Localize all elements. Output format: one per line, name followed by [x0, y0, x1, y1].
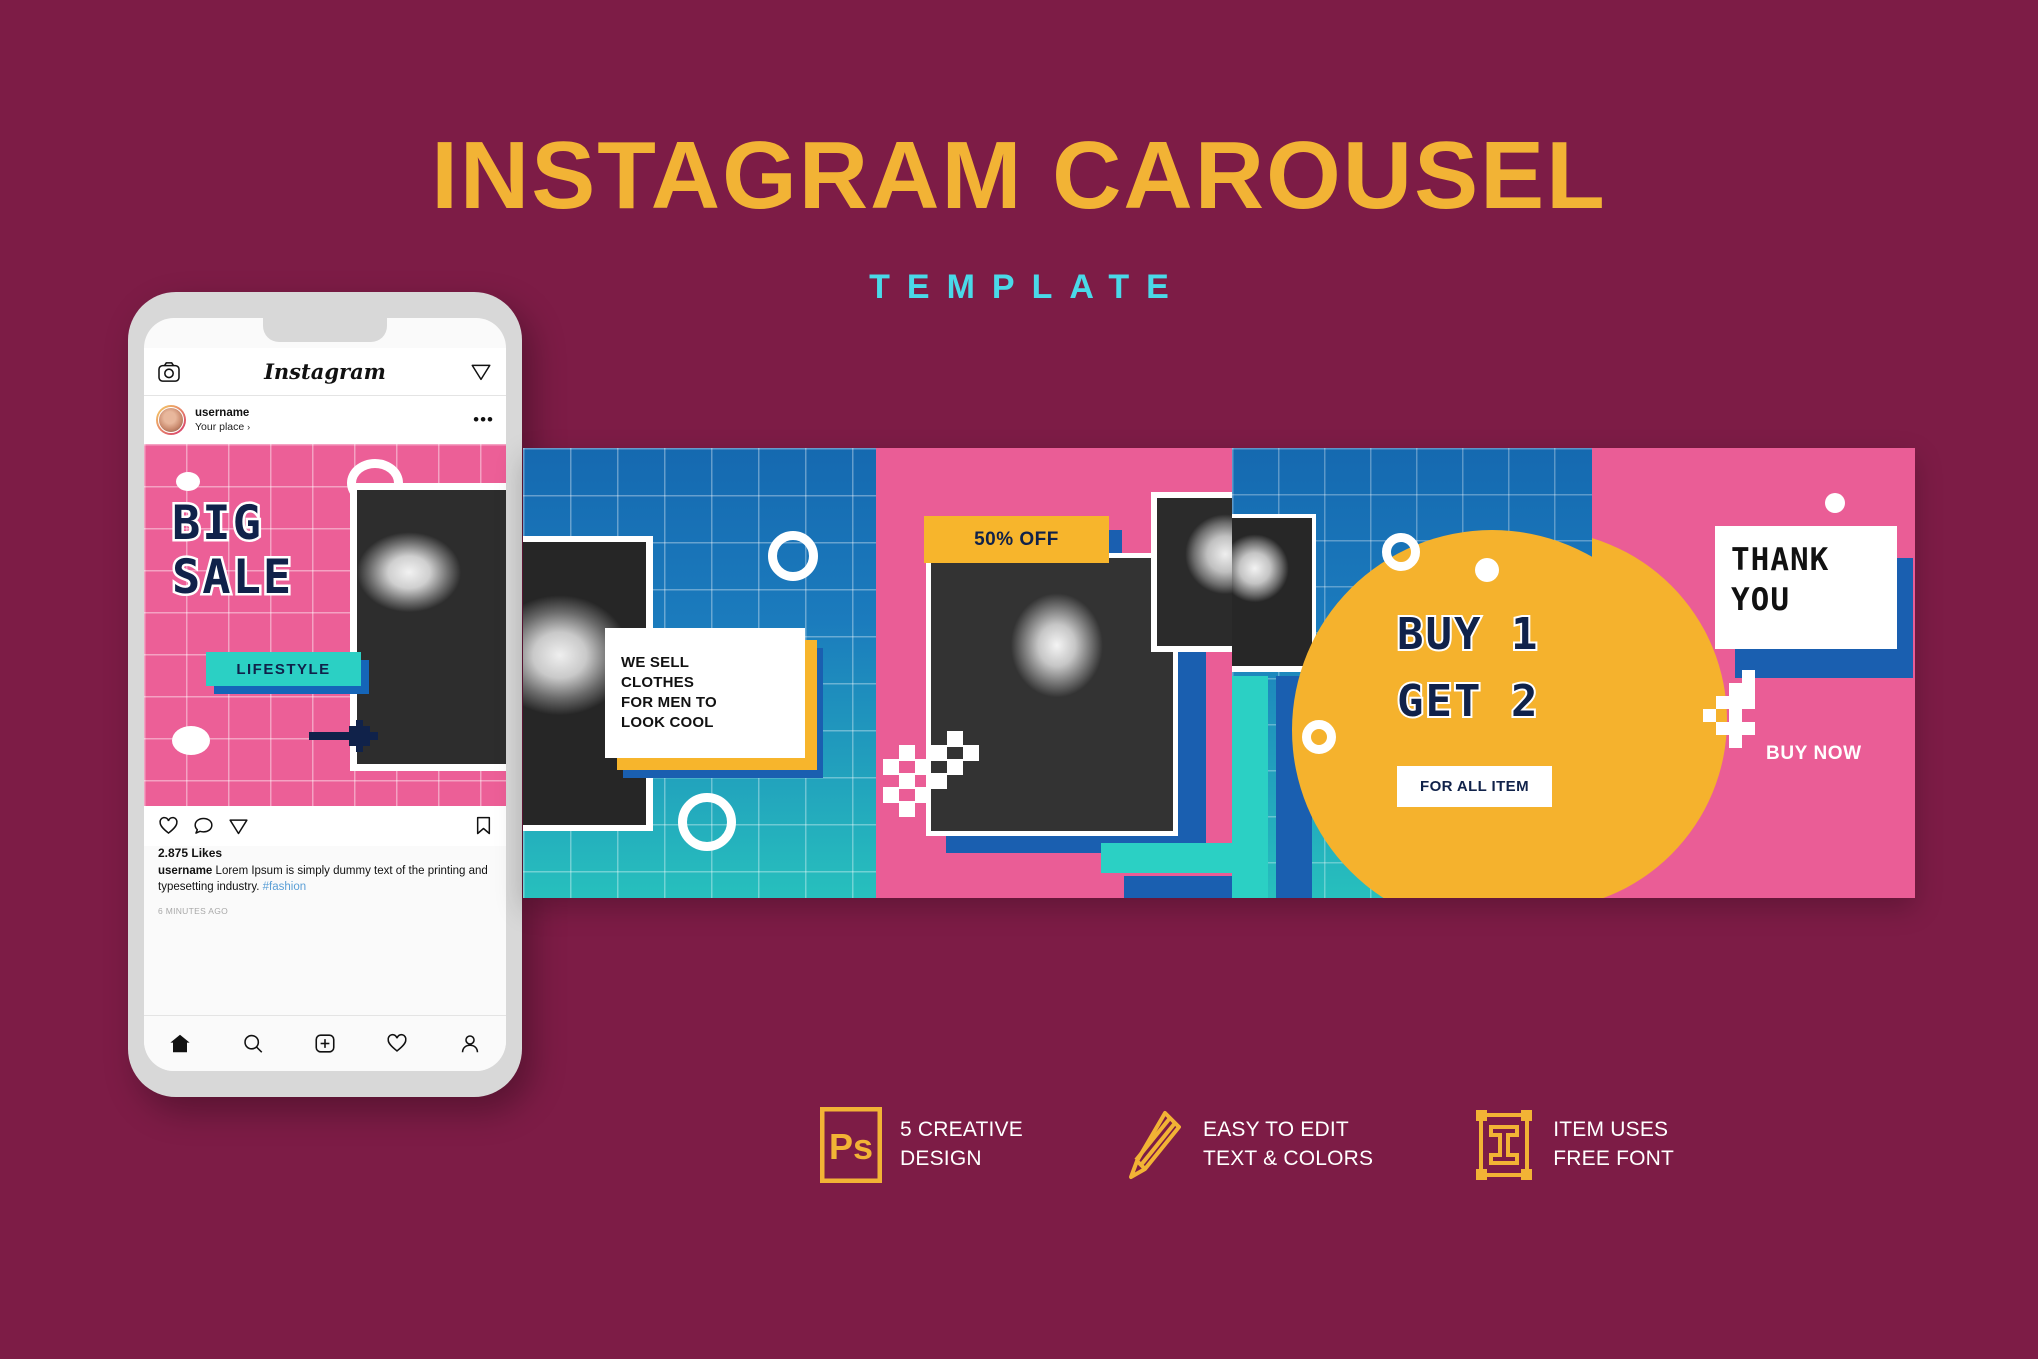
feature-free-font-label: ITEM USES FREE FONT [1553, 1118, 1675, 1170]
phone-mockup: Instagram username Your place › ••• BIG … [128, 292, 522, 1097]
post-image-slide-1: BIG SALE LIFESTYLE [144, 444, 506, 806]
pixel-arrow-icon [309, 720, 378, 752]
header: INSTAGRAM CAROUSEL TEMPLATE [0, 0, 2038, 330]
post-username: username [195, 407, 250, 420]
page-title: INSTAGRAM CAROUSEL [431, 122, 1607, 229]
likes-count: 2.875 Likes [158, 846, 223, 860]
profile-icon[interactable] [459, 1033, 481, 1054]
free-font-icon [1476, 1110, 1533, 1180]
decor-dot [176, 472, 200, 491]
slide4-accent-teal [1232, 676, 1268, 898]
decor-dot [1825, 493, 1845, 513]
phone-notch [263, 318, 387, 342]
slide4-title-line1: BUY 1 [1395, 609, 1540, 660]
comment-icon[interactable] [193, 816, 214, 836]
post-timestamp: 6 MINUTES AGO [158, 906, 229, 916]
carousel-slide-4[interactable]: BUY 1 GET 2 FOR ALL ITEM [1232, 448, 1592, 898]
feature-photoshop-label: 5 CREATIVE DESIGN [900, 1118, 1023, 1170]
feature-free-font: ITEM USES FREE FONT [1473, 1107, 1674, 1183]
instagram-logo: Instagram [264, 359, 386, 384]
slide2-line4: LOOK COOL [621, 713, 714, 731]
feature-easy-edit-label: EASY TO EDIT TEXT & COLORS [1202, 1118, 1374, 1170]
slide5-title-line1: THANK [1731, 542, 1830, 578]
caption-username: username [158, 865, 213, 877]
search-icon[interactable] [242, 1033, 264, 1054]
slide3-discount-badge: 50% OFF [924, 516, 1109, 563]
more-options-icon[interactable]: ••• [473, 411, 494, 428]
slide5-title-line2: YOU [1731, 582, 1790, 618]
features-row: Ps 5 CREATIVE DESIGN EASY TO EDIT TEXT &… [820, 1085, 1700, 1205]
slide1-lifestyle-button[interactable]: LIFESTYLE [206, 652, 361, 686]
post-location: Your place › [195, 420, 251, 433]
model-photo [357, 490, 506, 764]
slide1-title-line2: SALE [169, 550, 294, 605]
paper-plane-icon[interactable] [228, 816, 249, 836]
bottom-nav [144, 1015, 506, 1071]
paper-plane-icon[interactable] [470, 361, 492, 382]
phone-screen: Instagram username Your place › ••• BIG … [144, 318, 506, 1071]
slide1-title-line1: BIG [170, 496, 264, 551]
heart-icon[interactable] [158, 816, 179, 836]
slide4-title-line2: GET 2 [1395, 676, 1540, 727]
photoshop-icon: Ps [820, 1107, 882, 1183]
caption-hashtag[interactable]: #fashion [263, 881, 306, 893]
slide5-text-card: THANK YOU [1715, 526, 1897, 649]
slide2-line1: WE SELL [621, 654, 690, 672]
pixel-zigzag-icon [883, 731, 979, 817]
slide2-line2: CLOTHES [621, 674, 695, 692]
pencil-icon [1128, 1111, 1181, 1179]
decor-circle-outline [1382, 533, 1420, 571]
chevron-right-icon: › [247, 421, 251, 432]
model-photo-3b [1157, 498, 1232, 646]
slide3-accent-teal [1101, 843, 1232, 873]
bookmark-icon[interactable] [475, 816, 492, 836]
slide4-cta-button[interactable]: FOR ALL ITEM [1397, 766, 1552, 807]
home-icon[interactable] [169, 1033, 191, 1054]
avatar[interactable] [156, 405, 186, 435]
model-photo-4 [1232, 518, 1312, 666]
slide2-line3: FOR MEN TO [621, 694, 717, 711]
decor-dot [1475, 558, 1499, 582]
carousel-slide-2[interactable]: WE SELL CLOTHES FOR MEN TO LOOK COOL [523, 448, 876, 898]
slide2-text-card: WE SELL CLOTHES FOR MEN TO LOOK COOL [605, 628, 805, 758]
decor-dot [172, 726, 210, 755]
post-caption: username Lorem Ipsum is simply dummy tex… [158, 864, 492, 895]
post-user-row[interactable]: username Your place › ••• [144, 396, 506, 444]
slide5-cta[interactable]: BUY NOW [1766, 743, 1862, 765]
svg-text:Ps: Ps [829, 1126, 873, 1167]
add-post-icon[interactable] [314, 1033, 336, 1054]
feature-photoshop: Ps 5 CREATIVE DESIGN [820, 1107, 1023, 1183]
decor-circle-outline [678, 793, 736, 851]
pixel-zigzag-icon [1703, 670, 1755, 748]
carousel-slide-5[interactable]: THANK YOU BUY NOW [1592, 448, 1915, 898]
post-actions [144, 806, 506, 846]
carousel-slide-3[interactable]: 50% OFF [876, 448, 1232, 898]
instagram-topbar: Instagram [144, 348, 506, 396]
camera-icon[interactable] [158, 361, 180, 382]
feature-easy-edit: EASY TO EDIT TEXT & COLORS [1123, 1107, 1373, 1183]
decor-circle-outline [1302, 720, 1336, 754]
carousel-strip: WE SELL CLOTHES FOR MEN TO LOOK COOL 50%… [523, 448, 1915, 898]
slide3-accent-blue [1124, 876, 1232, 898]
decor-circle-outline [768, 531, 818, 581]
activity-heart-icon[interactable] [386, 1033, 408, 1054]
